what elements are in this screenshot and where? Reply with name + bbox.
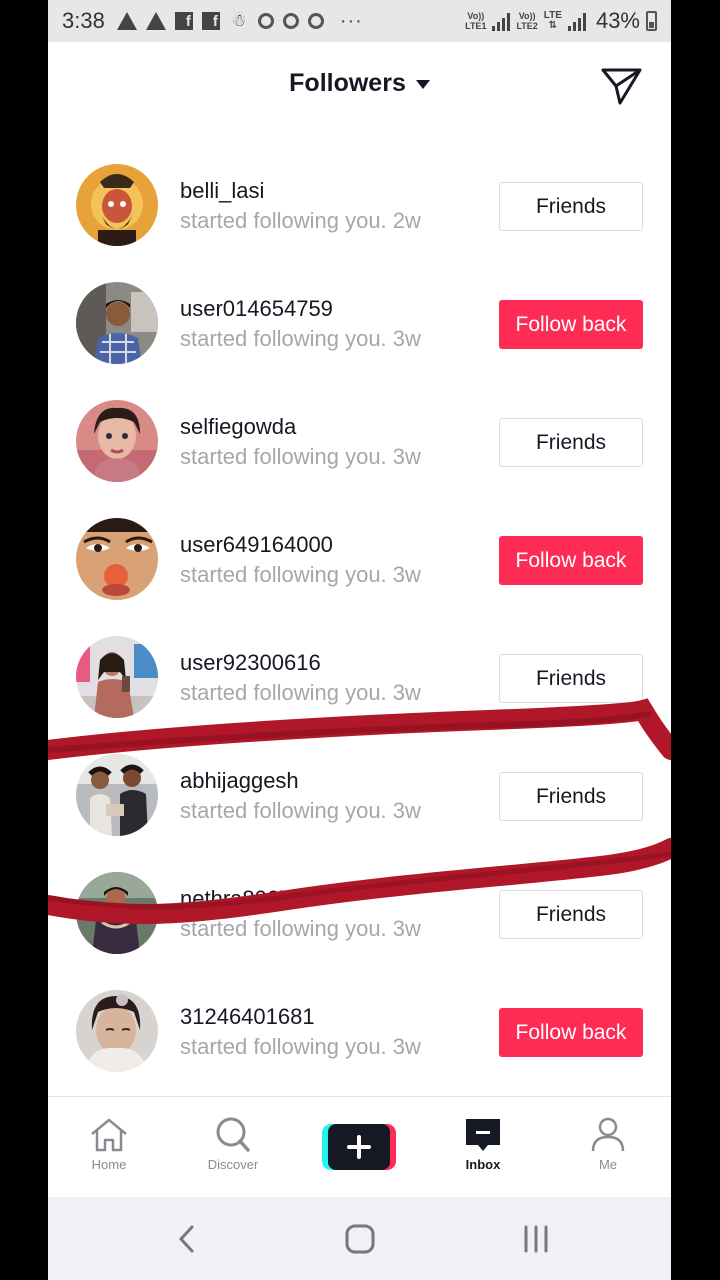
sim1-label: Vo)) LTE1: [465, 11, 487, 31]
avatar[interactable]: [76, 400, 158, 482]
page-title: Followers: [289, 69, 406, 97]
sim2-label: Vo)) LTE2: [516, 11, 538, 31]
sync-icon: [307, 13, 324, 29]
follow-activity: started following you. 3w: [180, 916, 421, 941]
network-type: LTE ⇅: [543, 10, 562, 31]
signal-icon: [492, 11, 511, 31]
warning-icon: [116, 12, 137, 30]
list-item[interactable]: user014654759 started following you. 3w …: [48, 266, 671, 366]
nav-inbox-label: Inbox: [465, 1157, 501, 1172]
friends-button[interactable]: Friends: [499, 654, 643, 703]
list-item[interactable]: abhijaggesh started following you. 3w Fr…: [48, 738, 671, 838]
nav-inbox[interactable]: Inbox: [428, 1097, 538, 1197]
back-icon: [178, 1225, 194, 1253]
list-item[interactable]: 31246401681 started following you. 3w Fo…: [48, 974, 671, 1074]
home-circle-icon: [345, 1224, 375, 1254]
list-item[interactable]: belli_lasi started following you. 2w Fri…: [48, 148, 671, 248]
follow-back-button[interactable]: Follow back: [499, 300, 643, 349]
friends-button[interactable]: Friends: [499, 182, 643, 231]
avatar[interactable]: [76, 990, 158, 1072]
follow-back-button[interactable]: Follow back: [499, 536, 643, 585]
battery-percent: 43%: [595, 8, 640, 33]
nav-me-label: Me: [598, 1157, 618, 1172]
list-item[interactable]: user92300616 started following you. 3w F…: [48, 620, 671, 720]
notification-icons: f f ☃: [116, 11, 324, 31]
battery-icon: [646, 11, 657, 31]
avatar[interactable]: [76, 282, 158, 364]
status-time: 3:38: [62, 8, 105, 33]
search-icon: [216, 1117, 250, 1152]
app-notification-icon: ☃: [231, 11, 247, 30]
username[interactable]: user649164000: [180, 532, 333, 558]
username[interactable]: user92300616: [180, 650, 321, 676]
sync-icon: [257, 13, 274, 29]
avatar[interactable]: [76, 754, 158, 836]
avatar[interactable]: [76, 164, 158, 246]
more-notifications-icon: ···: [339, 9, 363, 32]
nav-discover-label: Discover: [207, 1157, 259, 1172]
signal-icon: [567, 11, 586, 31]
home-icon: [91, 1118, 127, 1152]
caret-down-icon: [415, 80, 430, 89]
follow-activity: started following you. 3w: [180, 562, 421, 587]
inbox-icon: [466, 1119, 500, 1151]
avatar[interactable]: [76, 872, 158, 954]
create-video-button[interactable]: [322, 1124, 396, 1170]
recents-icon: [524, 1225, 548, 1253]
header: Followers: [48, 42, 671, 132]
warning-icon: [145, 12, 166, 30]
username[interactable]: selfiegowda: [180, 414, 296, 440]
follow-activity: started following you. 3w: [180, 326, 421, 351]
bottom-nav: Home Discover Inbox Me: [48, 1096, 671, 1198]
friends-button[interactable]: Friends: [499, 890, 643, 939]
username[interactable]: nethra8067: [180, 886, 291, 912]
username[interactable]: abhijaggesh: [180, 768, 299, 794]
recents-button[interactable]: [518, 1219, 554, 1259]
status-bar: 3:38 f f ☃ ··· Vo)) LTE1 Vo)) LTE2 LTE ⇅…: [48, 0, 671, 42]
avatar[interactable]: [76, 636, 158, 718]
nav-me[interactable]: Me: [553, 1097, 663, 1197]
app-screen: 3:38 f f ☃ ··· Vo)) LTE1 Vo)) LTE2 LTE ⇅…: [48, 0, 671, 1280]
friends-button[interactable]: Friends: [499, 418, 643, 467]
friends-button[interactable]: Friends: [499, 772, 643, 821]
follow-back-button[interactable]: Follow back: [499, 1008, 643, 1057]
system-nav-bar: [48, 1197, 671, 1280]
follow-activity: started following you. 3w: [180, 1034, 421, 1059]
home-system-button[interactable]: [342, 1219, 378, 1259]
facebook-icon: f: [201, 12, 220, 30]
send-message-icon[interactable]: [600, 66, 644, 106]
profile-icon: [591, 1117, 625, 1152]
avatar[interactable]: [76, 518, 158, 600]
follow-activity: started following you. 3w: [180, 798, 421, 823]
followers-dropdown[interactable]: Followers: [48, 69, 671, 98]
back-button[interactable]: [172, 1219, 202, 1259]
facebook-icon: f: [174, 12, 193, 30]
username[interactable]: user014654759: [180, 296, 333, 322]
list-item[interactable]: selfiegowda started following you. 3w Fr…: [48, 384, 671, 484]
nav-home-label: Home: [91, 1157, 127, 1172]
follow-activity: started following you. 3w: [180, 680, 421, 705]
username[interactable]: belli_lasi: [180, 178, 264, 204]
plus-icon: [328, 1124, 390, 1170]
username[interactable]: 31246401681: [180, 1004, 315, 1030]
list-item[interactable]: user649164000 started following you. 3w …: [48, 502, 671, 602]
system-status: Vo)) LTE1 Vo)) LTE2 LTE ⇅ 43%: [465, 0, 657, 42]
follow-activity: started following you. 3w: [180, 444, 421, 469]
sync-icon: [282, 13, 299, 29]
nav-discover[interactable]: Discover: [178, 1097, 288, 1197]
list-item[interactable]: nethra8067 started following you. 3w Fri…: [48, 856, 671, 956]
nav-home[interactable]: Home: [54, 1097, 164, 1197]
follow-activity: started following you. 2w: [180, 208, 421, 233]
